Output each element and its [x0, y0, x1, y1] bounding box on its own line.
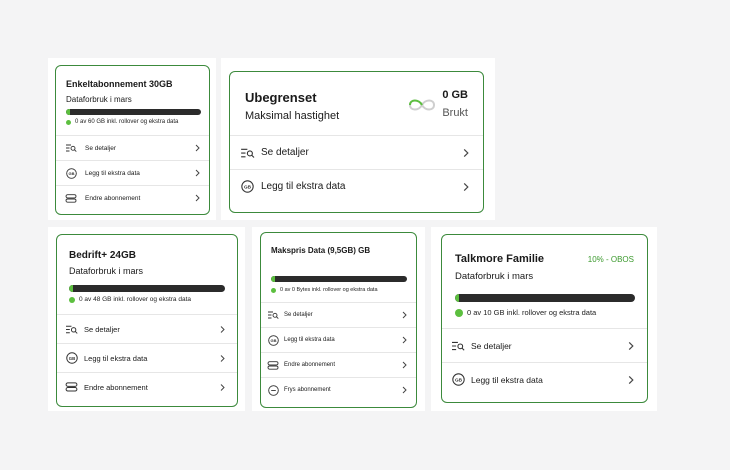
usage-dot — [66, 119, 71, 125]
gb-circle-icon: GB — [267, 334, 279, 346]
svg-text:GB: GB — [68, 356, 75, 361]
card-subtitle: Dataforbruk i mars — [455, 271, 534, 282]
usage-bar-fill — [455, 294, 459, 302]
usage-amount: 0 GB — [442, 89, 468, 101]
chevron-right-icon — [195, 169, 200, 177]
svg-text:GB: GB — [454, 378, 462, 384]
svg-text:GB: GB — [270, 338, 276, 343]
chevron-right-icon — [220, 383, 225, 392]
action-see-details[interactable]: Se detaljer — [261, 302, 416, 327]
card-title: Bedrift+ 24GB — [69, 250, 136, 261]
usage-bar — [66, 109, 201, 115]
action-see-details[interactable]: Se detaljer — [57, 314, 237, 343]
action-label: Legg til ekstra data — [261, 181, 346, 192]
svg-text:GB: GB — [68, 171, 74, 176]
action-label: Se detaljer — [284, 312, 313, 318]
chevron-right-icon — [402, 336, 407, 344]
switch-subscription-icon — [65, 382, 78, 392]
details-search-icon — [65, 325, 78, 334]
card-subtitle: Dataforbruk i mars — [66, 95, 132, 104]
chevron-right-icon — [628, 341, 634, 351]
gb-circle-icon: GB — [65, 167, 77, 179]
card-subtitle: Dataforbruk i mars — [69, 266, 144, 276]
usage-dot — [455, 308, 463, 317]
action-label: Endre abonnement — [85, 194, 141, 202]
action-label: Legg til ekstra data — [471, 374, 543, 385]
action-add-extra-data[interactable]: GB Legg til ekstra data — [261, 327, 416, 352]
action-label: Legg til ekstra data — [85, 169, 140, 177]
subscription-card-makspris: Makspris Data (9,5GB) GB 0 av 0 Bytes in… — [260, 232, 417, 408]
gb-circle-icon: GB — [65, 352, 78, 364]
action-label: Endre abonnement — [84, 382, 148, 392]
svg-text:GB: GB — [244, 185, 252, 191]
subscription-card-bedrift: Bedrift+ 24GB Dataforbruk i mars 0 av 48… — [56, 234, 238, 407]
card-title: Makspris Data (9,5GB) GB — [271, 246, 371, 255]
usage-label: 0 av 10 GB inkl. rollover og ekstra data — [467, 308, 597, 317]
chevron-right-icon — [463, 148, 469, 158]
gb-circle-icon: GB — [240, 180, 255, 193]
pause-minus-icon — [267, 384, 279, 396]
details-search-icon — [267, 311, 279, 319]
infinity-icon — [408, 97, 436, 118]
action-see-details[interactable]: Se detaljer — [442, 328, 647, 362]
chevron-right-icon — [220, 354, 225, 363]
action-label: Se detaljer — [471, 340, 512, 351]
card-title: Talkmore Familie — [455, 253, 545, 265]
details-search-icon — [65, 144, 77, 152]
usage-dot — [271, 287, 276, 293]
action-add-extra-data[interactable]: GB Legg til ekstra data — [442, 362, 647, 396]
usage-label: 0 av 48 GB inkl. rollover og ekstra data — [79, 296, 192, 303]
chevron-right-icon — [402, 311, 407, 319]
chevron-right-icon — [628, 375, 634, 385]
card-title: Ubegrenset — [245, 90, 317, 105]
usage-text: 0 av 0 Bytes inkl. rollover og ekstra da… — [271, 287, 378, 293]
chevron-right-icon — [195, 144, 200, 152]
chevron-right-icon — [220, 325, 225, 334]
switch-subscription-icon — [65, 193, 77, 203]
card-title: Enkeltabonnement 30GB — [66, 79, 173, 89]
chevron-right-icon — [463, 182, 469, 192]
details-search-icon — [240, 148, 255, 158]
chevron-right-icon — [402, 361, 407, 369]
action-change-subscription[interactable]: Endre abonnement — [56, 185, 209, 210]
switch-subscription-icon — [267, 360, 279, 370]
action-label: Legg til ekstra data — [284, 337, 335, 343]
usage-bar — [69, 285, 225, 292]
action-label: Frys abonnement — [284, 387, 331, 393]
action-label: Se detaljer — [85, 144, 117, 152]
action-add-extra-data[interactable]: GB Legg til ekstra data — [56, 160, 209, 185]
subscription-card-enkeltabonnement: Enkeltabonnement 30GB Dataforbruk i mars… — [55, 65, 210, 215]
usage-bar — [271, 276, 407, 282]
subscription-card-ubegrenset: Ubegrenset Maksimal hastighet 0 GB Brukt… — [229, 71, 484, 213]
usage-label: 0 av 0 Bytes inkl. rollover og ekstra da… — [280, 287, 378, 293]
action-add-extra-data[interactable]: GB Legg til ekstra data — [57, 343, 237, 372]
usage-dot — [69, 296, 75, 303]
chevron-right-icon — [195, 194, 200, 202]
gb-circle-icon: GB — [451, 373, 465, 386]
usage-label: 0 av 60 GB inkl. rollover og ekstra data — [75, 119, 179, 125]
action-add-extra-data[interactable]: GB Legg til ekstra data — [230, 169, 483, 203]
chevron-right-icon — [402, 386, 407, 394]
action-label: Se detaljer — [261, 147, 309, 158]
usage-bar-fill — [66, 109, 70, 115]
subscription-card-talkmore-familie: Talkmore Familie 10% - OBOS Dataforbruk … — [441, 234, 648, 403]
card-subtitle: Maksimal hastighet — [245, 110, 340, 122]
usage-text: 0 av 48 GB inkl. rollover og ekstra data — [69, 296, 191, 303]
action-change-subscription[interactable]: Endre abonnement — [261, 352, 416, 377]
action-freeze-subscription[interactable]: Frys abonnement — [261, 377, 416, 402]
usage-bar-fill — [271, 276, 275, 282]
action-change-subscription[interactable]: Endre abonnement — [57, 372, 237, 401]
action-see-details[interactable]: Se detaljer — [230, 135, 483, 169]
action-label: Endre abonnement — [284, 362, 336, 368]
usage-bar-fill — [69, 285, 73, 292]
usage-amount-label: Brukt — [442, 107, 468, 119]
details-search-icon — [451, 341, 465, 351]
usage-bar — [455, 294, 635, 302]
action-label: Legg til ekstra data — [84, 353, 148, 363]
usage-text: 0 av 10 GB inkl. rollover og ekstra data — [455, 308, 596, 317]
usage-text: 0 av 60 GB inkl. rollover og ekstra data — [66, 119, 178, 125]
action-label: Se detaljer — [84, 324, 120, 334]
discount-badge: 10% - OBOS — [587, 255, 634, 264]
action-see-details[interactable]: Se detaljer — [56, 135, 209, 160]
